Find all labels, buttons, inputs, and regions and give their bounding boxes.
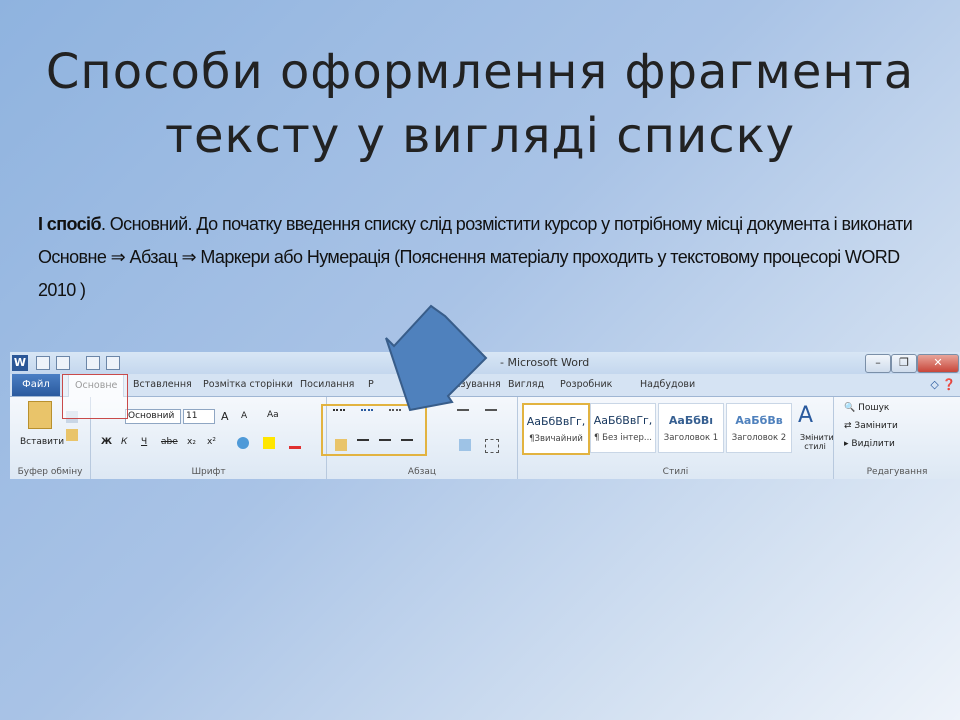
ribbon-body: Вставити Буфер обміну Основний 11 A A Aa…: [10, 397, 960, 479]
font-color-icon[interactable]: [289, 437, 301, 449]
style-normal[interactable]: АаБбВвГг, ¶Звичайний: [522, 403, 590, 455]
tab-layout[interactable]: Розмітка сторінки: [203, 374, 293, 396]
minimize-button[interactable]: –: [865, 354, 891, 373]
word-ribbon-screenshot: W - Microsoft Word – ❐ ✕ Файл Основне Вс…: [10, 352, 960, 479]
body-bold: I спосіб: [38, 214, 102, 234]
group-label-clipboard: Буфер обміну: [17, 467, 83, 477]
word-titlebar: W - Microsoft Word – ❐ ✕: [10, 352, 960, 374]
font-name-select[interactable]: Основний: [125, 409, 181, 424]
italic-button[interactable]: К: [121, 437, 127, 447]
tab-developer[interactable]: Розробник: [560, 374, 612, 396]
style-heading-1[interactable]: АаБбВı Заголовок 1: [658, 403, 724, 453]
tab-review[interactable]: цензування: [442, 374, 501, 396]
tab-file[interactable]: Файл: [12, 374, 60, 396]
body-text: . Основний. До початку введення списку с…: [38, 214, 913, 300]
style-sample: АаБбВвГг,: [526, 415, 586, 428]
tab-mailings[interactable]: Р: [368, 374, 374, 396]
replace-button[interactable]: ⇄ Замінити: [844, 421, 898, 431]
change-styles-label[interactable]: Змінити стилі: [800, 433, 834, 451]
select-label: Виділити: [851, 439, 895, 449]
font-size-select[interactable]: 11: [183, 409, 215, 424]
format-painter-icon[interactable]: [66, 429, 78, 441]
style-name: ¶ Без інтер...: [594, 433, 652, 443]
replace-icon: ⇄: [844, 421, 852, 431]
style-sample: АаБбВвГг,: [593, 414, 653, 427]
list-buttons-highlight: [321, 404, 427, 456]
find-icon: 🔍: [844, 403, 856, 413]
style-name: Заголовок 1: [663, 433, 719, 443]
group-label-editing: Редагування: [866, 467, 928, 477]
show-marks-icon[interactable]: [485, 409, 497, 423]
shading-icon[interactable]: [459, 439, 471, 451]
style-sample: АаБбВв: [735, 414, 783, 427]
group-label-font: Шрифт: [191, 467, 226, 477]
group-label-styles: Стилі: [662, 467, 689, 477]
undo-icon[interactable]: [56, 356, 70, 370]
change-styles-icon[interactable]: A: [798, 403, 813, 428]
paste-label[interactable]: Вставити: [20, 437, 64, 447]
select-button[interactable]: ▸ Виділити: [844, 439, 895, 449]
subscript-button[interactable]: x₂: [187, 437, 196, 447]
save-icon[interactable]: [36, 356, 50, 370]
slide-body: I спосіб. Основний. До початку введення …: [38, 208, 918, 307]
text-effects-icon[interactable]: [237, 437, 249, 449]
window-title: - Microsoft Word: [500, 356, 590, 369]
group-label-paragraph: Абзац: [407, 467, 437, 477]
maximize-button[interactable]: ❐: [891, 354, 917, 373]
strikethrough-button[interactable]: abe: [161, 437, 178, 447]
tab-view[interactable]: Вигляд: [508, 374, 544, 396]
group-editing: 🔍 Пошук ⇄ Замінити ▸ Виділити Редагуванн…: [834, 397, 960, 479]
paste-icon[interactable]: [28, 401, 52, 429]
tab-references[interactable]: Посилання: [300, 374, 354, 396]
style-sample: АаБбВı: [668, 414, 714, 427]
change-case-button[interactable]: Aa: [267, 410, 279, 420]
tab-insert[interactable]: Вставлення: [133, 374, 192, 396]
find-label: Пошук: [858, 403, 890, 413]
ribbon-tabs: Файл Основне Вставлення Розмітка сторінк…: [10, 374, 960, 397]
group-styles: АаБбВвГг, ¶Звичайний АаБбВвГг, ¶ Без інтер…: [518, 397, 834, 479]
sort-icon[interactable]: [457, 409, 469, 423]
shrink-font-button[interactable]: A: [241, 411, 247, 421]
select-icon: ▸: [844, 439, 849, 449]
help-icon[interactable]: ◇ ❓: [930, 378, 956, 391]
close-button[interactable]: ✕: [917, 354, 959, 373]
style-no-spacing[interactable]: АаБбВвГг, ¶ Без інтер...: [590, 403, 656, 453]
find-button[interactable]: 🔍 Пошук: [844, 403, 889, 413]
highlight-color-icon[interactable]: [263, 437, 275, 449]
style-name: Заголовок 2: [731, 433, 787, 443]
redo-icon[interactable]: [86, 356, 100, 370]
grow-font-button[interactable]: A: [221, 410, 229, 423]
word-logo-icon: W: [12, 355, 28, 371]
style-name: ¶Звичайний: [529, 434, 583, 444]
bold-button[interactable]: Ж: [101, 437, 112, 447]
superscript-button[interactable]: x²: [207, 437, 216, 447]
style-heading-2[interactable]: АаБбВв Заголовок 2: [726, 403, 792, 453]
replace-label: Замінити: [854, 421, 898, 431]
new-document-icon[interactable]: [106, 356, 120, 370]
borders-icon[interactable]: [485, 439, 499, 453]
underline-button[interactable]: Ч: [141, 437, 147, 447]
tab-addins[interactable]: Надбудови: [640, 374, 695, 396]
home-tab-highlight: [62, 374, 128, 419]
slide-title: Способи оформлення фрагмента тексту у ви…: [45, 44, 915, 164]
